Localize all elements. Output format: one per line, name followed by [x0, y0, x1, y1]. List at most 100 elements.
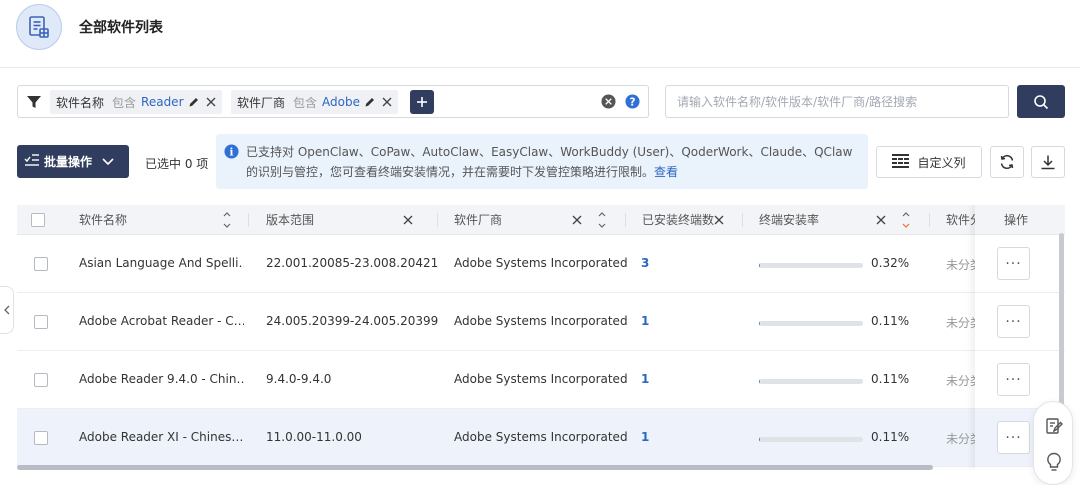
table-header: 软件名称 版本范围 软件厂商 已安装终端数 终端安装率 软件分	[17, 205, 1065, 235]
install-rate: 0.11%	[871, 372, 910, 386]
chip-value: Adobe	[322, 95, 360, 109]
column-header-vendor[interactable]: 软件厂商	[454, 205, 502, 235]
vendor: Adobe Systems Incorporated	[454, 314, 628, 328]
filter-chip-software-name[interactable]: 软件名称 包含 Reader	[50, 90, 222, 114]
lightbulb-icon[interactable]	[1044, 452, 1064, 472]
version-range: 11.0.00-11.0.00	[266, 430, 362, 444]
category: 未分类	[946, 432, 975, 446]
batch-list-icon	[24, 153, 40, 170]
add-filter-button[interactable]	[410, 90, 434, 114]
version-range: 9.4.0-9.4.0	[266, 372, 332, 386]
more-actions-button[interactable]: ···	[997, 363, 1030, 396]
software-table: 软件名称 版本范围 软件厂商 已安装终端数 终端安装率 软件分	[17, 205, 1065, 470]
notice-view-link[interactable]: 查看	[654, 165, 678, 179]
software-list-icon	[16, 4, 62, 50]
remove-column-icon[interactable]	[403, 214, 413, 228]
feedback-edit-icon[interactable]	[1044, 416, 1064, 436]
download-button[interactable]	[1031, 146, 1065, 178]
install-rate: 0.11%	[871, 314, 910, 328]
install-count[interactable]: 3	[641, 256, 649, 270]
floating-tool-panel	[1033, 401, 1073, 485]
category: 未分类	[946, 374, 975, 388]
sort-icon[interactable]	[901, 208, 911, 235]
install-rate: 0.11%	[871, 430, 910, 444]
install-rate-bar	[759, 321, 863, 326]
chevron-down-icon	[102, 157, 114, 166]
install-rate-bar	[759, 263, 863, 268]
table-row[interactable]: Asian Language And Spelli… 22.001.20085-…	[17, 235, 1065, 293]
column-header-installs[interactable]: 已安装终端数	[642, 205, 714, 235]
chip-field: 软件名称	[56, 95, 105, 110]
columns-icon	[892, 153, 910, 171]
vendor: Adobe Systems Incorporated	[454, 256, 628, 270]
column-header-install-rate[interactable]: 终端安装率	[759, 205, 819, 235]
software-name[interactable]: Adobe Reader XI - Chines…	[79, 430, 244, 444]
more-actions-button[interactable]: ···	[997, 305, 1030, 338]
search-input[interactable]	[665, 85, 1009, 118]
chip-field: 软件厂商	[237, 95, 286, 110]
column-header-operations: 操作	[975, 205, 1065, 235]
install-count[interactable]: 1	[641, 372, 649, 386]
row-checkbox[interactable]	[34, 373, 48, 387]
refresh-icon	[1000, 154, 1014, 170]
horizontal-scrollbar[interactable]	[17, 465, 933, 470]
custom-columns-button[interactable]: 自定义列	[876, 146, 982, 178]
edit-icon[interactable]	[188, 96, 200, 108]
more-actions-button[interactable]: ···	[997, 247, 1030, 280]
install-rate: 0.32%	[871, 256, 910, 270]
row-checkbox[interactable]	[34, 315, 48, 329]
row-checkbox[interactable]	[34, 431, 48, 445]
row-checkbox[interactable]	[34, 257, 48, 271]
install-count[interactable]: 1	[641, 430, 649, 444]
notice-text: 已支持对 OpenClaw、CoPaw、AutoClaw、EasyClaw、Wo…	[246, 145, 853, 179]
table-row[interactable]: Adobe Reader 9.4.0 - Chin… 9.4.0-9.4.0 A…	[17, 351, 1065, 409]
help-icon[interactable]: ?	[625, 94, 640, 112]
table-row[interactable]: Adobe Reader XI - Chines… 11.0.00-11.0.0…	[17, 409, 1065, 467]
chip-value: Reader	[141, 95, 184, 109]
sort-icon[interactable]	[597, 208, 607, 235]
select-all-checkbox[interactable]	[31, 213, 45, 227]
category: 未分类	[946, 258, 975, 272]
remove-chip-icon[interactable]	[206, 97, 216, 107]
category: 未分类	[946, 316, 975, 330]
chip-operator: 包含	[112, 95, 137, 110]
filter-chip-vendor[interactable]: 软件厂商 包含 Adobe	[231, 90, 398, 114]
remove-column-icon[interactable]	[876, 214, 886, 228]
batch-operations-label: 批量操作	[44, 155, 93, 169]
svg-text:?: ?	[630, 96, 636, 108]
remove-chip-icon[interactable]	[382, 97, 392, 107]
version-range: 22.001.20085-23.008.20421	[266, 256, 439, 270]
info-icon: i	[224, 144, 239, 165]
install-count[interactable]: 1	[641, 314, 649, 328]
svg-text:i: i	[230, 146, 234, 158]
table-row[interactable]: Adobe Acrobat Reader - C… 24.005.20399-2…	[17, 293, 1065, 351]
sort-icon[interactable]	[222, 208, 232, 235]
refresh-button[interactable]	[990, 146, 1024, 178]
install-rate-bar	[759, 379, 863, 384]
vendor: Adobe Systems Incorporated	[454, 372, 628, 386]
filter-icon	[26, 94, 42, 110]
vendor: Adobe Systems Incorporated	[454, 430, 628, 444]
software-name[interactable]: Adobe Reader 9.4.0 - Chin…	[79, 372, 244, 386]
batch-operations-button[interactable]: 批量操作	[17, 145, 129, 178]
software-name[interactable]: Adobe Acrobat Reader - C…	[79, 314, 244, 328]
search-button[interactable]	[1017, 85, 1065, 118]
column-header-name[interactable]: 软件名称	[79, 205, 127, 235]
remove-column-icon[interactable]	[572, 214, 582, 228]
page-title: 全部软件列表	[79, 20, 163, 36]
more-actions-button[interactable]: ···	[997, 421, 1030, 454]
download-icon	[1041, 155, 1055, 170]
column-header-category[interactable]: 软件分类	[946, 205, 976, 235]
clear-filters-icon[interactable]	[601, 94, 616, 112]
edit-icon[interactable]	[364, 96, 376, 108]
remove-column-icon[interactable]	[714, 214, 724, 228]
install-rate-bar	[759, 437, 863, 442]
collapse-sidebar-handle[interactable]	[0, 286, 14, 334]
selected-count: 已选中 0 项	[145, 157, 209, 171]
chevron-left-icon	[3, 305, 9, 315]
column-header-version[interactable]: 版本范围	[266, 205, 314, 235]
search-icon	[1034, 94, 1049, 109]
filter-bar: 软件名称 包含 Reader 软件厂商 包含 Adobe ?	[17, 85, 649, 118]
software-name[interactable]: Asian Language And Spelli…	[79, 256, 244, 270]
chip-operator: 包含	[293, 95, 318, 110]
